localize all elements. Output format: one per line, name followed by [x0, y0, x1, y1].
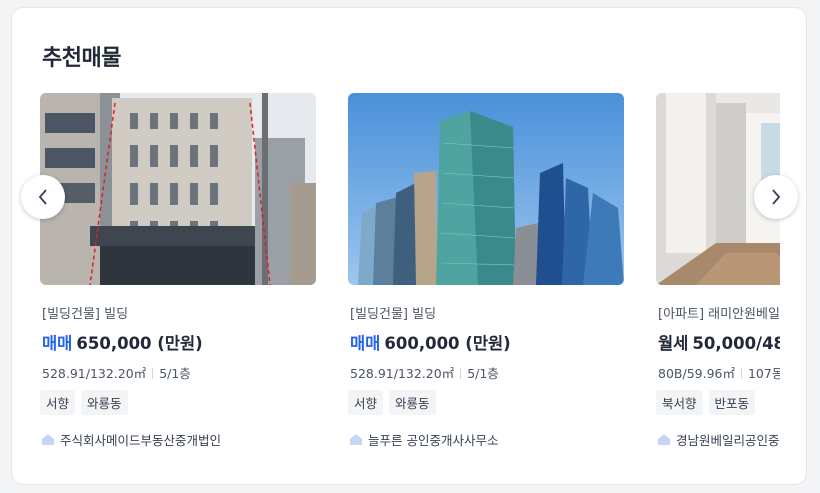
house-icon: [350, 434, 362, 445]
listing-category: [빌딩건물] 빌딩: [350, 307, 437, 322]
divider: [460, 368, 462, 379]
listing-area: 80B/59.96㎡: [658, 366, 735, 381]
listing-price: 매매 600,000 (만원): [350, 330, 511, 354]
listings-carousel: [빌딩건물] 빌딩 매매 650,000 (만원) 528.91/132.20㎡ 5…: [40, 93, 780, 473]
tag-neighborhood: 반포동: [708, 390, 756, 415]
listing-area: 528.91/132.20㎡: [42, 366, 147, 381]
price-value: 600,000 (만원): [384, 334, 511, 353]
recommended-listings-panel: 추천매물 [빌딩건물] 빌딩 매매 650,000 (만원) 528.91/13…: [11, 7, 807, 485]
listing-price: 매매 650,000 (만원): [42, 330, 203, 354]
chevron-right-icon: [772, 189, 781, 205]
chevron-left-icon: [38, 189, 47, 205]
deal-type: 매매: [42, 334, 73, 353]
listing-tags: 서향 와룡동: [348, 390, 436, 415]
house-icon: [658, 434, 670, 445]
listing-agent[interactable]: 주식회사메이드부동산중개법인: [42, 430, 221, 449]
listing-tags: 북서향 반포동: [656, 390, 756, 415]
listing-agent[interactable]: 경남원베일리공인중개사사무소: [658, 430, 780, 449]
tag-neighborhood: 와룡동: [389, 390, 436, 415]
listing-card[interactable]: [빌딩건물] 빌딩 매매 650,000 (만원) 528.91/132.20㎡ 5…: [40, 93, 316, 448]
agent-name: 늘푸른 공인중개사사무소: [368, 433, 499, 448]
carousel-prev-button[interactable]: [21, 175, 65, 219]
listing-tags: 서향 와룡동: [40, 390, 128, 415]
divider: [152, 368, 154, 379]
tag-direction: 북서향: [656, 390, 703, 415]
listing-category: [아파트] 래미안원베일리: [658, 307, 780, 322]
tag-direction: 서향: [40, 390, 76, 415]
listing-floor: 107동: [747, 366, 780, 381]
tag-direction: 서향: [348, 390, 384, 415]
listing-price: 월세50,000/480: [658, 330, 780, 354]
price-value: 50,000/480: [692, 334, 780, 353]
listing-floor: 5/1층: [159, 366, 191, 381]
listing-specs: 80B/59.96㎡ 107동: [658, 363, 780, 382]
tag-neighborhood: 와룡동: [81, 390, 128, 415]
listing-photo-skyscrapers[interactable]: [348, 93, 624, 285]
listing-photo-building[interactable]: [40, 93, 316, 285]
price-value: 650,000 (만원): [76, 334, 203, 353]
listing-category: [빌딩건물] 빌딩: [42, 307, 129, 322]
listing-specs: 528.91/132.20㎡ 5/1층: [350, 363, 499, 382]
deal-type: 매매: [350, 334, 381, 353]
listing-floor: 5/1층: [467, 366, 499, 381]
listing-agent[interactable]: 늘푸른 공인중개사사무소: [350, 430, 498, 449]
listing-card[interactable]: [빌딩건물] 빌딩 매매 600,000 (만원) 528.91/132.20㎡ 5…: [348, 93, 624, 448]
agent-name: 주식회사메이드부동산중개법인: [60, 433, 222, 448]
listing-area: 528.91/132.20㎡: [350, 366, 455, 381]
agent-name: 경남원베일리공인중개사사무소: [676, 433, 780, 448]
house-icon: [42, 434, 54, 445]
deal-type: 월세: [658, 334, 689, 353]
listing-specs: 528.91/132.20㎡ 5/1층: [42, 363, 191, 382]
carousel-next-button[interactable]: [754, 175, 798, 219]
section-title: 추천매물: [42, 46, 121, 71]
divider: [740, 368, 742, 379]
